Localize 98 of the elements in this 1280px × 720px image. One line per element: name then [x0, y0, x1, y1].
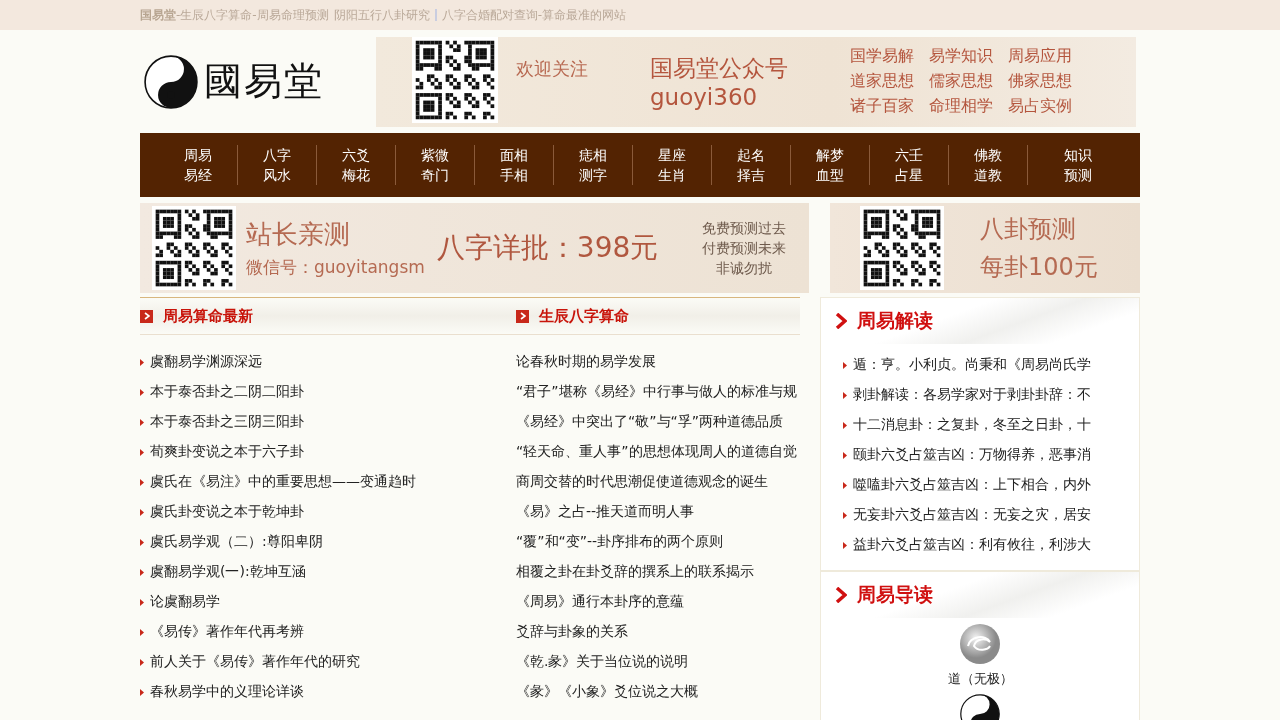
bullet-arrow-icon — [843, 391, 847, 399]
article-link[interactable]: 虞翻易学观(一):乾坤互涵 — [150, 563, 306, 581]
nav-link[interactable]: 面相 手相 — [475, 145, 554, 185]
bullet-arrow-icon — [140, 448, 144, 456]
article-link[interactable]: 十二消息卦：之复卦，冬至之日卦，十 — [853, 416, 1091, 434]
article-link[interactable]: 《周易》通行本卦序的意蕴 — [516, 593, 684, 611]
article-link[interactable]: 虞翻易学渊源深远 — [150, 353, 262, 371]
section-title: 生辰八字算命 — [539, 306, 629, 326]
swirl-sphere-icon — [960, 624, 1000, 664]
nav-link[interactable]: 佛教 道教 — [949, 145, 1028, 185]
article-link[interactable]: 本于泰否卦之二阴二阳卦 — [150, 383, 304, 401]
bullet-arrow-icon — [843, 481, 847, 489]
article-link[interactable]: 虞氏在《易注》中的重要思想——变通趋时 — [150, 473, 416, 491]
banner-link[interactable]: 命理相学 — [929, 96, 993, 117]
bullet-arrow-icon — [843, 451, 847, 459]
article-link[interactable]: 无妄卦六爻占筮吉凶：无妄之灾，居安 — [853, 506, 1091, 524]
ad-title: 站长亲测 — [246, 218, 351, 251]
ad-note: 非诚勿扰 — [716, 259, 773, 278]
qr-code-icon — [152, 206, 236, 290]
article-link[interactable]: 虞氏易学观（二）:尊阳卑阴 — [150, 533, 323, 551]
article-link[interactable]: “覆”和“变”--卦序排布的两个原则 — [516, 533, 724, 551]
article-link[interactable]: 《彖》《小象》爻位说之大概 — [516, 683, 698, 701]
banner-link[interactable]: 国学易解 — [850, 46, 914, 67]
article-link[interactable]: “君子”堪称《易经》中行事与做人的标准与规 — [516, 383, 797, 401]
nav-link[interactable]: 痣相 测字 — [554, 145, 633, 185]
bullet-arrow-icon — [140, 598, 144, 606]
banner-wechat-id: guoyi360 — [650, 84, 759, 110]
article-link[interactable]: 论虞翻易学 — [150, 593, 220, 611]
banner-link[interactable]: 儒家思想 — [929, 71, 993, 92]
ad-offer: 八字详批：398元 — [436, 230, 659, 266]
section-arrow-icon — [516, 309, 529, 323]
bullet-arrow-icon — [843, 421, 847, 429]
qr-code-icon — [860, 206, 944, 290]
ad-wechat: 微信号：guoyitangsm — [246, 256, 425, 279]
article-link[interactable]: 相覆之卦在卦爻辞的撰系上的联系揭示 — [516, 563, 754, 581]
banner-link[interactable]: 佛家思想 — [1008, 71, 1072, 92]
article-link[interactable]: 益卦六爻占筮吉凶：利有攸往，利涉大 — [853, 536, 1091, 554]
sidebar-title: 周易解读 — [857, 308, 933, 333]
nav-link[interactable]: 星座 生肖 — [633, 145, 712, 185]
ad-note: 免费预测过去 — [702, 219, 787, 238]
guide-label[interactable]: 道（无极） — [947, 670, 1013, 688]
bullet-arrow-icon — [843, 541, 847, 549]
banner-greeting: 欢迎关注 — [516, 56, 589, 81]
chevron-icon — [835, 313, 847, 329]
nav-link[interactable]: 起名 择吉 — [712, 145, 791, 185]
bullet-arrow-icon — [140, 508, 144, 516]
sidebar-title: 周易导读 — [857, 582, 933, 607]
banner-link[interactable]: 周易应用 — [1008, 46, 1072, 67]
site-logo[interactable]: 國易堂 — [204, 56, 324, 107]
bullet-arrow-icon — [140, 538, 144, 546]
qr-code-icon — [412, 36, 498, 123]
nav-link[interactable]: 周易 易经 — [159, 145, 238, 185]
ad-line: 八卦预测 — [980, 214, 1077, 245]
article-link[interactable]: 《易传》著作年代再考辨 — [150, 623, 304, 641]
nav-link[interactable]: 六壬 占星 — [870, 145, 949, 185]
bullet-arrow-icon — [140, 358, 144, 366]
article-link[interactable]: 剥卦解读：各易学家对于剥卦卦辞：不 — [853, 386, 1091, 404]
ad-line: 每卦100元 — [980, 252, 1098, 283]
bullet-arrow-icon — [140, 418, 144, 426]
article-link[interactable]: 爻辞与卦象的关系 — [516, 623, 628, 641]
bullet-arrow-icon — [140, 628, 144, 636]
banner-link[interactable]: 易占实例 — [1008, 96, 1072, 117]
article-link[interactable]: 遁：亨。小利贞。尚秉和《周易尚氏学 — [853, 356, 1091, 374]
bullet-arrow-icon — [140, 478, 144, 486]
article-link[interactable]: 春秋易学中的义理论详谈 — [150, 683, 304, 701]
yin-yang-icon — [144, 54, 198, 109]
nav-link[interactable]: 紫微 奇门 — [396, 145, 475, 185]
bullet-arrow-icon — [843, 511, 847, 519]
ad-note: 付费预测未来 — [702, 239, 787, 258]
article-link[interactable]: 《易经》中突出了“敬”与“孚”两种道德品质 — [516, 413, 783, 431]
bullet-arrow-icon — [140, 388, 144, 396]
section-arrow-icon — [140, 309, 153, 323]
article-link[interactable]: 《易》之占--推天道而明人事 — [516, 503, 695, 521]
section-title: 周易算命最新 — [163, 306, 253, 326]
nav-link[interactable]: 六爻 梅花 — [317, 145, 396, 185]
nav-link[interactable]: 八字 风水 — [238, 145, 317, 185]
article-link[interactable]: 论春秋时期的易学发展 — [516, 353, 656, 371]
banner-link[interactable]: 易学知识 — [929, 46, 993, 67]
bullet-arrow-icon — [843, 361, 847, 369]
article-link[interactable]: 颐卦六爻占筮吉凶：万物得养，恶事消 — [853, 446, 1091, 464]
site-tagline: 国易堂-生辰八字算命-周易命理预测 — [140, 8, 329, 22]
bullet-arrow-icon — [140, 568, 144, 576]
article-link[interactable]: 荀爽卦变说之本于六子卦 — [150, 443, 304, 461]
article-link[interactable]: 商周交替的时代思潮促使道德观念的诞生 — [516, 473, 768, 491]
chevron-icon — [835, 587, 847, 603]
banner-link[interactable]: 道家思想 — [850, 71, 914, 92]
article-link[interactable]: 本于泰否卦之三阴三阳卦 — [150, 413, 304, 431]
article-link[interactable]: 噬嗑卦六爻占筮吉凶：上下相合，内外 — [853, 476, 1091, 494]
nav-link[interactable]: 解梦 血型 — [791, 145, 870, 185]
bullet-arrow-icon — [140, 658, 144, 666]
article-link[interactable]: 《乾.彖》关于当位说的说明 — [516, 653, 689, 671]
nav-link[interactable]: 知识 预测 — [1028, 145, 1128, 185]
article-link[interactable]: 前人关于《易传》著作年代的研究 — [150, 653, 360, 671]
article-link[interactable]: “轻天命、重人事”的思想体现周人的道德自觉 — [516, 443, 797, 461]
banner-account: 国易堂公众号 — [650, 54, 789, 83]
bullet-arrow-icon — [140, 688, 144, 696]
banner-link[interactable]: 诸子百家 — [850, 96, 914, 117]
article-link[interactable]: 虞氏卦变说之本于乾坤卦 — [150, 503, 304, 521]
